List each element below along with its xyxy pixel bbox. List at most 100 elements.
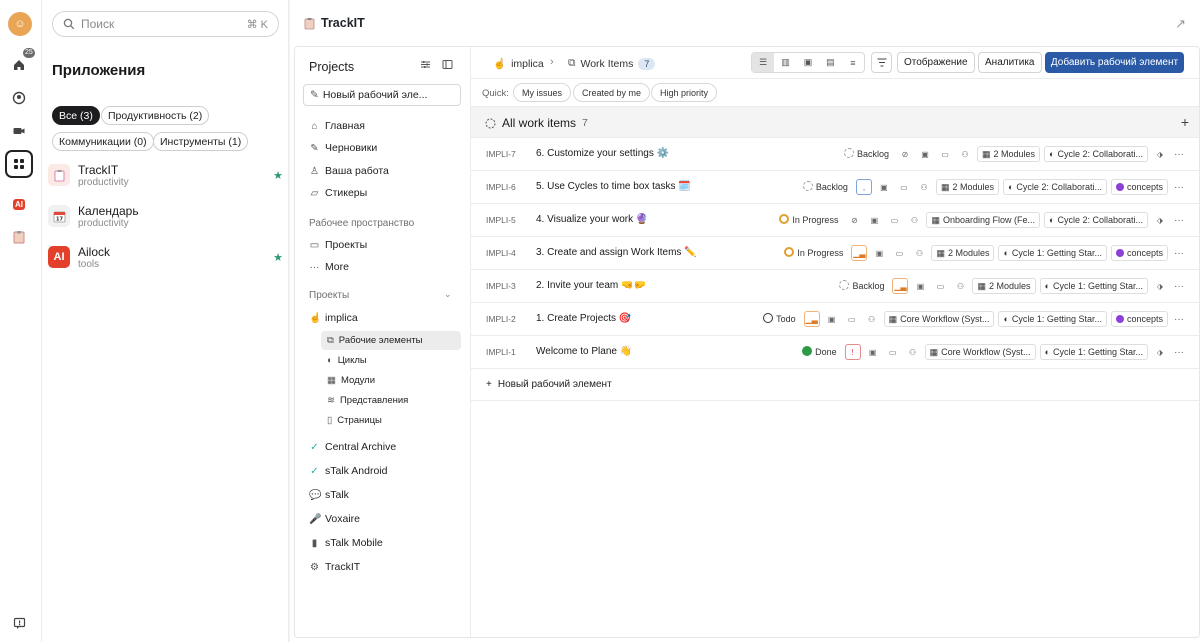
table-row[interactable]: IMPLI-5 4. Visualize your work 🔮 In Progre… [471, 204, 1199, 237]
priority-urgent-icon[interactable]: ! [844, 344, 861, 360]
work-item-title[interactable]: 6. Customize your settings ⚙️ [536, 148, 669, 159]
assignee-icon[interactable]: ⚇ [915, 179, 932, 195]
more-options-icon[interactable]: ··· [1172, 347, 1186, 358]
state-dropdown[interactable]: Done [798, 344, 841, 360]
nav-drafts[interactable]: ✎ Черновики [309, 142, 377, 154]
search-input[interactable]: Поиск ⌘ K [52, 11, 279, 37]
gantt-layout-icon[interactable]: ≡ [842, 53, 864, 72]
more-options-icon[interactable]: ··· [1172, 248, 1186, 259]
plus-icon[interactable]: + [1181, 114, 1189, 130]
due-date-icon[interactable]: ▭ [891, 245, 908, 261]
filter-chip-productivity[interactable]: Продуктивность (2) [101, 106, 210, 125]
breadcrumb-project[interactable]: ☝ implica [493, 57, 544, 71]
label-badge[interactable]: concepts [1110, 179, 1168, 195]
module-dropdown[interactable]: ▦ 2 Modules [931, 245, 995, 261]
priority-medium-icon[interactable]: ▁▃ [851, 245, 868, 261]
table-row[interactable]: IMPLI-6 5. Use Cycles to time box tasks 🗓… [471, 171, 1199, 204]
quick-filter-high-priority[interactable]: High priority [651, 83, 718, 102]
project-stalk[interactable]: 💬 sTalk [309, 489, 349, 501]
sub-views[interactable]: ≋ Представления [321, 391, 461, 410]
table-row[interactable]: IMPLI-3 2. Invite your team 🤜🤛 Backlog ▁▃ ▣ ▭… [471, 270, 1199, 303]
filter-chip-communications[interactable]: Коммуникации (0) [52, 132, 154, 151]
table-row[interactable]: IMPLI-4 3. Create and assign Work Items ✏… [471, 237, 1199, 270]
state-dropdown[interactable]: In Progress [780, 245, 848, 261]
assignee-icon[interactable]: ⚇ [952, 278, 969, 294]
nav-home[interactable]: ⌂ Главная [309, 120, 365, 132]
work-item-title[interactable]: 1. Create Projects 🎯 [536, 313, 631, 324]
state-dropdown[interactable]: Backlog [798, 179, 852, 195]
add-work-item-button[interactable]: Добавить рабочий элемент [1045, 52, 1184, 73]
work-item-title[interactable]: 4. Visualize your work 🔮 [536, 214, 648, 225]
assignee-icon[interactable]: ⚇ [863, 311, 880, 327]
feedback-icon[interactable] [8, 612, 30, 634]
due-date-icon[interactable]: ▭ [843, 311, 860, 327]
module-dropdown[interactable]: ▦ Core Workflow (Syst... [883, 311, 995, 327]
new-work-item-button[interactable]: ✎ Новый рабочий эле... [303, 84, 461, 106]
start-date-icon[interactable]: ▣ [871, 245, 888, 261]
label-badge[interactable]: concepts [1110, 245, 1168, 261]
start-date-icon[interactable]: ▣ [866, 212, 883, 228]
table-row[interactable]: IMPLI-2 1. Create Projects 🎯 Todo ▁▃ ▣ ▭ ⚇ ▦ Cor… [471, 303, 1199, 336]
sub-work-items[interactable]: ⧉ Рабочие элементы [321, 331, 461, 350]
start-date-icon[interactable]: ▣ [864, 344, 881, 360]
ailock-icon[interactable]: AI [8, 193, 30, 215]
star-icon[interactable]: ★ [273, 251, 283, 264]
app-item-calendar[interactable]: 17 Календарь productivity [48, 199, 283, 233]
quick-filter-created-by-me[interactable]: Created by me [573, 83, 651, 102]
user-avatar[interactable]: ☺ [8, 12, 32, 36]
module-dropdown[interactable]: ▦ 2 Modules [972, 278, 1036, 294]
project-voxaire[interactable]: 🎤 Voxaire [309, 513, 360, 525]
cycle-dropdown[interactable]: ◐ Cycle 1: Getting Star... [1039, 278, 1148, 294]
due-date-icon[interactable]: ▭ [932, 278, 949, 294]
star-icon[interactable]: ★ [273, 169, 283, 182]
nav-stickies[interactable]: ▱ Стикеры [309, 187, 368, 199]
sub-modules[interactable]: ▦ Модули [321, 371, 461, 390]
due-date-icon[interactable]: ▭ [895, 179, 912, 195]
cycle-dropdown[interactable]: ◐ Cycle 1: Getting Star... [1039, 344, 1148, 360]
filter-chip-tools[interactable]: Инструменты (1) [153, 132, 249, 151]
more-options-icon[interactable]: ··· [1172, 182, 1186, 193]
state-dropdown[interactable]: Backlog [839, 146, 893, 162]
add-work-item-row[interactable]: + Новый рабочий элемент [486, 379, 612, 390]
more-options-icon[interactable]: ··· [1172, 149, 1186, 160]
start-date-icon[interactable]: ▣ [823, 311, 840, 327]
cycle-dropdown[interactable]: ◐ Cycle 2: Collaborati... [1044, 146, 1148, 162]
tag-icon[interactable]: ⬗ [1152, 212, 1168, 228]
spreadsheet-layout-icon[interactable]: ▤ [819, 53, 841, 72]
work-item-title[interactable]: 5. Use Cycles to time box tasks 🗓️ [536, 181, 691, 192]
work-item-title[interactable]: 2. Invite your team 🤜🤛 [536, 280, 646, 291]
tag-icon[interactable]: ⬗ [1152, 278, 1168, 294]
priority-dropdown[interactable]: , [855, 179, 872, 195]
assignee-icon[interactable]: ⚇ [911, 245, 928, 261]
cycle-dropdown[interactable]: ◐ Cycle 2: Collaborati... [1002, 179, 1107, 195]
project-central-archive[interactable]: ✓ Central Archive [309, 441, 396, 453]
nav-projects[interactable]: ▭ Проекты [309, 239, 367, 251]
due-date-icon[interactable]: ▭ [884, 344, 901, 360]
app-item-trackit[interactable]: TrackIT productivity ★ [48, 158, 283, 192]
tag-icon[interactable]: ⬗ [1152, 344, 1168, 360]
priority-medium-icon[interactable]: ▁▃ [892, 278, 909, 294]
module-dropdown[interactable]: ▦ 2 Modules [935, 179, 999, 195]
sub-cycles[interactable]: ◐ Циклы [321, 351, 461, 370]
label-badge[interactable]: concepts [1110, 311, 1168, 327]
sub-pages[interactable]: ▯ Страницы [321, 411, 461, 430]
start-date-icon[interactable]: ▣ [875, 179, 892, 195]
quick-filter-my-issues[interactable]: My issues [513, 83, 572, 102]
project-stalk-mobile[interactable]: ▮ sTalk Mobile [309, 537, 383, 549]
assignee-icon[interactable]: ⚇ [906, 212, 923, 228]
board-layout-icon[interactable]: ▥ [774, 53, 796, 72]
filter-icon[interactable] [871, 52, 892, 73]
breadcrumb-work-items[interactable]: ⧉ Work Items 7 [568, 57, 656, 70]
work-item-title[interactable]: Welcome to Plane 👋 [536, 346, 632, 357]
tag-icon[interactable]: ⬗ [1152, 146, 1168, 162]
table-row[interactable]: IMPLI-7 6. Customize your settings ⚙️ Back… [471, 138, 1199, 171]
more-options-icon[interactable]: ··· [1172, 281, 1186, 292]
chevron-down-icon[interactable]: ⌄ [444, 289, 452, 300]
state-dropdown[interactable]: Todo [759, 311, 800, 327]
start-date-icon[interactable]: ▣ [916, 146, 933, 162]
more-options-icon[interactable]: ··· [1172, 215, 1186, 226]
module-dropdown[interactable]: ▦ Core Workflow (Syst... [924, 344, 1036, 360]
module-dropdown[interactable]: ▦ Onboarding Flow (Fe... [926, 212, 1041, 228]
nav-more[interactable]: ··· More [309, 261, 349, 273]
cycle-dropdown[interactable]: ◐ Cycle 2: Collaborati... [1044, 212, 1148, 228]
